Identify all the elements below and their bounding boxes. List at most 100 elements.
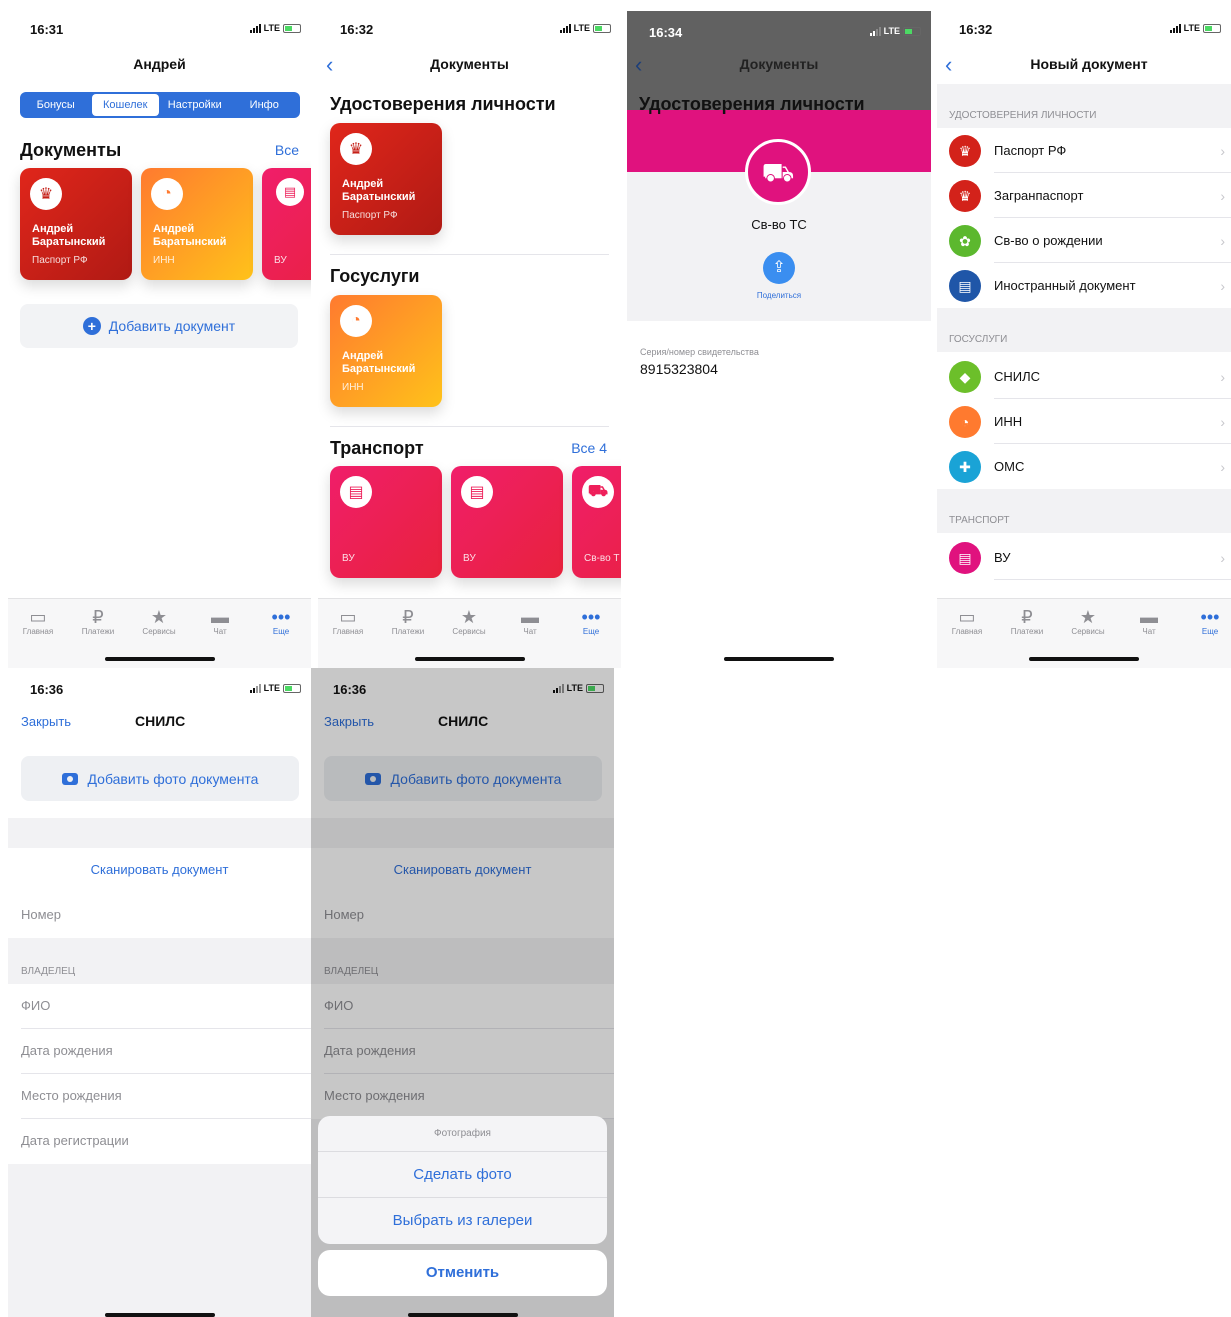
document-card[interactable]: ♛ Андрей Баратынский Паспорт РФ xyxy=(330,123,442,235)
license-icon: ▤ xyxy=(461,476,493,508)
tab-bar: ▭ Главная ₽ Платежи ★ Сервисы ▬ Чат ••• Еще xyxy=(8,598,311,668)
tab-chat[interactable]: ▬ Чат xyxy=(190,607,250,636)
list-item[interactable]: ◔ ИНН › xyxy=(937,399,1231,444)
take-photo-button[interactable]: Сделать фото xyxy=(318,1152,607,1198)
tab-main[interactable]: ▭ Главная xyxy=(937,607,997,636)
pie-icon: ◔ xyxy=(151,178,183,210)
add-document-button[interactable]: + Добавить документ xyxy=(20,304,298,348)
status-time: 16:34 xyxy=(649,25,683,40)
cancel-button[interactable]: Отменить xyxy=(318,1250,607,1296)
segment-settings[interactable]: Настройки xyxy=(161,94,229,116)
battery-icon xyxy=(283,683,301,693)
tab-payments[interactable]: ₽ Платежи xyxy=(997,607,1057,636)
tab-label: Платежи xyxy=(1010,627,1044,636)
detail-body: Серия/номер свидетельства 8915323804 xyxy=(627,321,931,668)
document-card[interactable]: ▤ ВУ xyxy=(262,168,311,280)
network-label: LTE xyxy=(1183,23,1200,33)
new-document-screen: 16:32 LTE ‹ Новый документ УДОСТОВЕРЕНИЯ… xyxy=(937,8,1231,668)
field-placeholder: ФИО xyxy=(21,998,51,1013)
document-card[interactable]: ▤ ВУ xyxy=(451,466,563,578)
tab-services[interactable]: ★ Сервисы xyxy=(439,607,499,636)
birth-date-field[interactable]: Дата рождения xyxy=(8,1029,311,1074)
share-label[interactable]: Поделиться xyxy=(627,291,931,300)
battery-icon xyxy=(1203,23,1221,33)
full-name-field[interactable]: ФИО xyxy=(8,984,311,1029)
document-card[interactable]: ♛ Андрей Баратынский Паспорт РФ xyxy=(20,168,132,280)
status-time: 16:31 xyxy=(30,22,64,37)
segment-info[interactable]: Инфо xyxy=(231,94,299,116)
tab-main[interactable]: ▭ Главная xyxy=(8,607,68,636)
add-photo-button[interactable]: Добавить фото документа xyxy=(21,756,299,801)
chevron-right-icon: › xyxy=(1220,277,1225,294)
tab-more[interactable]: ••• Еще xyxy=(1180,607,1231,636)
tab-more[interactable]: ••• Еще xyxy=(251,607,311,636)
chat-icon: ▬ xyxy=(1140,607,1158,627)
segment-wallet[interactable]: Кошелек xyxy=(91,94,159,116)
status-bar: 16:34 LTE xyxy=(627,11,931,51)
eagle-emblem-icon: ♛ xyxy=(340,133,372,165)
registration-date-field[interactable]: Дата регистрации xyxy=(8,1119,311,1164)
tab-payments[interactable]: ₽ Платежи xyxy=(378,607,438,636)
document-card[interactable]: ⛟ Св-во Т xyxy=(572,466,621,578)
document-card[interactable]: ▤ ВУ xyxy=(330,466,442,578)
card-icon: ▭ xyxy=(339,607,357,627)
all-documents-link[interactable]: Все xyxy=(275,142,299,158)
tab-main[interactable]: ▭ Главная xyxy=(318,607,378,636)
scan-document-button[interactable]: Сканировать документ xyxy=(8,848,311,893)
section-title: Документы xyxy=(20,140,122,160)
snils-form-screen: 16:36 LTE Закрыть СНИЛС Добавить фото до… xyxy=(8,668,311,1317)
list-item[interactable]: ♛ Загранпаспорт › xyxy=(937,173,1231,218)
tab-label: Еще xyxy=(582,627,600,636)
status-time: 16:32 xyxy=(959,22,993,37)
home-indicator xyxy=(104,657,215,661)
tab-payments[interactable]: ₽ Платежи xyxy=(68,607,128,636)
tab-bar: ▭ Главная ₽ Платежи ★ Сервисы ▬ Чат ••• Еще xyxy=(937,598,1231,668)
number-field[interactable]: Номер xyxy=(8,893,311,938)
card-type: ВУ xyxy=(274,255,287,266)
section-header: ВЛАДЕЛЕЦ xyxy=(8,938,311,984)
section-title: Транспорт xyxy=(330,438,424,458)
segment-bonuses[interactable]: Бонусы xyxy=(22,94,90,116)
tab-more[interactable]: ••• Еще xyxy=(561,607,621,636)
divider xyxy=(330,426,609,427)
tab-services[interactable]: ★ Сервисы xyxy=(129,607,189,636)
tab-label: Чат xyxy=(523,627,537,636)
signal-icon xyxy=(559,23,571,33)
tab-label: Чат xyxy=(213,627,227,636)
tab-label: Сервисы xyxy=(452,627,486,636)
list-item[interactable]: ▤ ВУ › xyxy=(937,535,1231,580)
document-card[interactable]: ◔ Андрей Баратынский ИНН xyxy=(141,168,253,280)
car-icon: ⛟ xyxy=(745,139,811,205)
document-card[interactable]: ◔ Андрей Баратынский ИНН xyxy=(330,295,442,407)
choose-from-gallery-button[interactable]: Выбрать из галереи xyxy=(318,1198,607,1244)
item-label: ОМС xyxy=(994,459,1025,474)
tab-services[interactable]: ★ Сервисы xyxy=(1058,607,1118,636)
list-item[interactable]: ✚ ОМС › xyxy=(937,444,1231,489)
add-photo-label: Добавить фото документа xyxy=(87,770,259,787)
pie-icon: ◔ xyxy=(340,305,372,337)
tab-chat[interactable]: ▬ Чат xyxy=(500,607,560,636)
list-item[interactable]: ▤ Иностранный документ › xyxy=(937,263,1231,308)
close-button[interactable]: Закрыть xyxy=(21,714,71,729)
home-indicator xyxy=(407,1313,518,1317)
chat-icon: ▬ xyxy=(521,607,539,627)
home-indicator xyxy=(104,1313,215,1317)
license-icon: ▤ xyxy=(340,476,372,508)
card-type: ВУ xyxy=(342,553,355,564)
tab-label: Главная xyxy=(332,627,364,636)
field-placeholder: Место рождения xyxy=(21,1088,122,1103)
list-item[interactable]: ✿ Св-во о рождении › xyxy=(937,218,1231,263)
card-icon: ▭ xyxy=(958,607,976,627)
list-item[interactable]: ◆ СНИЛС › xyxy=(937,354,1231,399)
item-label: Паспорт РФ xyxy=(994,143,1067,158)
birth-place-field[interactable]: Место рождения xyxy=(8,1074,311,1119)
all-transport-link[interactable]: Все 4 xyxy=(571,440,607,456)
chevron-right-icon: › xyxy=(1220,458,1225,475)
share-icon[interactable]: ⇪ xyxy=(763,252,795,284)
network-label: LTE xyxy=(883,26,900,36)
home-indicator xyxy=(414,657,525,661)
tab-chat[interactable]: ▬ Чат xyxy=(1119,607,1179,636)
home-indicator xyxy=(724,657,834,661)
ruble-icon: ₽ xyxy=(92,607,104,627)
list-item[interactable]: ♛ Паспорт РФ › xyxy=(937,128,1231,173)
